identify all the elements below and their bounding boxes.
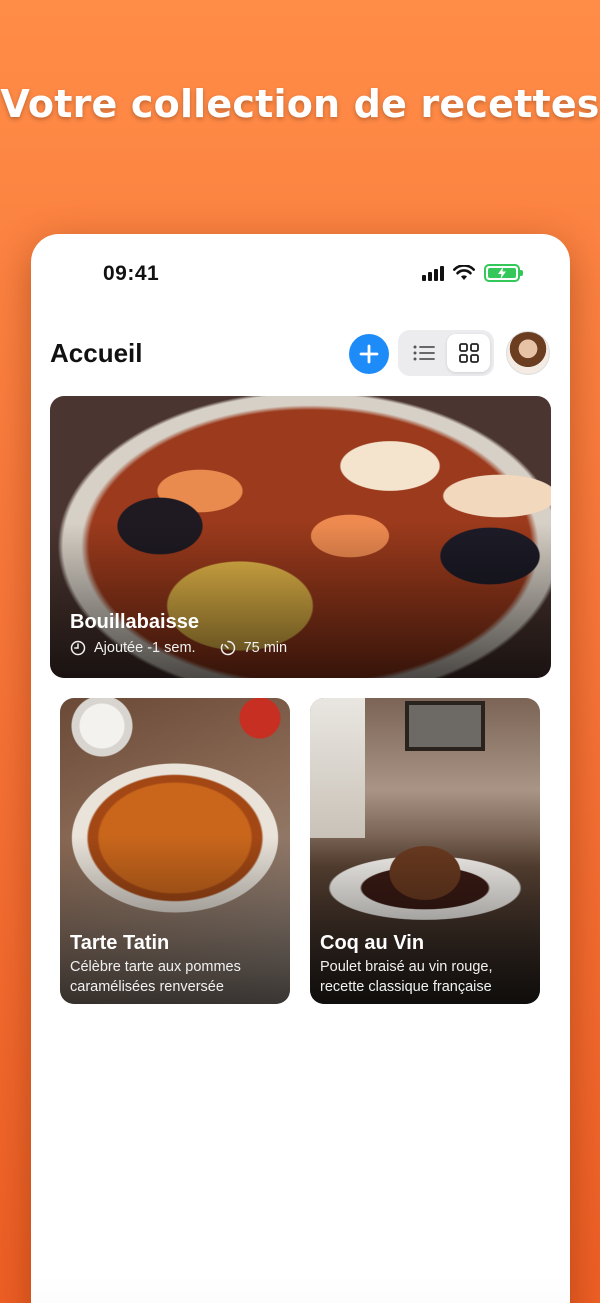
battery-charging-icon [484,264,523,282]
cellular-signal-icon [422,265,444,281]
grid-view-button[interactable] [447,334,490,372]
recipe-card-coq-au-vin[interactable]: Coq au Vin Poulet braisé au vin rouge, r… [310,698,540,1004]
page-title: Accueil [50,338,143,368]
status-time: 09:41 [103,262,160,285]
list-view-button[interactable] [402,334,445,372]
recipe-description-line2: recette classique française [320,979,492,995]
promo-headline: Votre collection de recettes [0,82,600,126]
status-icons [422,264,523,282]
status-bar: 09:41 [31,260,570,290]
phone-screen: 09:41 Accueil Bouillabaisse Ajoutée -1 s… [31,234,570,1303]
user-avatar[interactable] [506,331,550,375]
recipe-name: Coq au Vin [320,932,425,954]
recipe-description-line1: Célèbre tarte aux pommes [70,959,241,975]
clock-icon [70,640,86,656]
wifi-icon [453,265,475,280]
timer-icon [220,640,235,656]
recipe-card-tarte-tatin[interactable]: Tarte Tatin Célèbre tarte aux pommes car… [60,698,290,1004]
recipe-name: Bouillabaisse [70,611,199,633]
recipe-duration: 75 min [243,640,288,656]
plus-icon [359,344,379,364]
recipe-description-line2: caramélisées renversée [70,979,224,995]
recipe-added-date: Ajoutée -1 sem. [94,640,196,656]
add-recipe-button[interactable] [349,334,389,374]
grid-icon [458,343,479,363]
view-mode-toggle [398,330,494,376]
recipe-name: Tarte Tatin [70,932,170,954]
recipe-card-bouillabaisse[interactable]: Bouillabaisse Ajoutée -1 sem. 75 min [50,396,551,678]
recipe-description-line1: Poulet braisé au vin rouge, [320,959,493,975]
list-icon [413,345,435,361]
home-header: Accueil [50,330,551,378]
recipe-meta: Ajoutée -1 sem. 75 min [70,640,287,656]
